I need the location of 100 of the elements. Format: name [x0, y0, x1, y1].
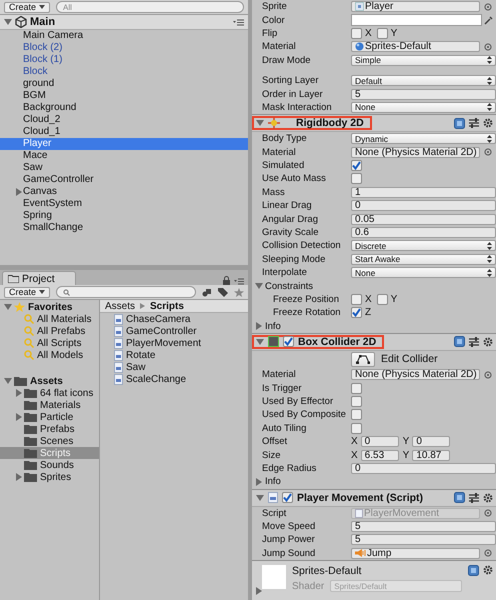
hierarchy-item[interactable]: Spring [0, 210, 248, 222]
sliders-icon[interactable] [469, 336, 479, 347]
hierarchy-item[interactable]: GameController [0, 174, 248, 186]
color-field[interactable] [351, 14, 482, 26]
sliders-icon[interactable] [469, 118, 479, 128]
number-field[interactable]: 0 [412, 436, 450, 448]
breadcrumb-item[interactable]: Assets [105, 300, 136, 312]
hierarchy-item[interactable]: SmallChange [0, 222, 248, 234]
dropdown[interactable]: Dynamic [351, 133, 496, 144]
project-tab[interactable]: Project [2, 271, 76, 285]
help-book-icon[interactable] [454, 492, 465, 503]
dropdown[interactable]: None [351, 267, 496, 278]
number-field[interactable]: 0 [360, 436, 399, 448]
foldout-arrow-icon[interactable] [4, 303, 12, 311]
tree-label[interactable]: All Materials [37, 314, 92, 324]
foldout-arrow-icon[interactable] [15, 413, 23, 421]
hierarchy-item[interactable]: Mace [0, 150, 248, 162]
checkbox[interactable] [351, 160, 362, 172]
help-book-icon[interactable] [454, 336, 465, 348]
file-name[interactable]: ScaleChange [126, 374, 186, 384]
search-field[interactable] [56, 286, 196, 298]
tree-label[interactable]: All Scripts [37, 338, 82, 348]
hierarchy-item[interactable]: Block (2) [0, 42, 248, 54]
number-field[interactable]: 5 [351, 88, 496, 100]
tag-icon[interactable] [218, 288, 228, 296]
hierarchy-item[interactable]: BGM [0, 90, 248, 102]
object-field[interactable]: None (Physics Material 2D) [351, 146, 480, 158]
foldout-arrow-icon[interactable] [256, 119, 264, 128]
number-field[interactable]: 0 [351, 200, 496, 212]
file-name[interactable]: GameController [126, 326, 197, 336]
object-field[interactable]: Jump [351, 548, 480, 559]
foldout-label[interactable]: Info [265, 476, 354, 488]
object-field[interactable]: None (Physics Material 2D) [351, 369, 480, 380]
number-field[interactable]: 6.53 [360, 450, 399, 461]
file-name[interactable]: PlayerMovement [126, 338, 202, 348]
number-field[interactable]: 5 [351, 521, 496, 532]
number-field[interactable]: 10.87 [412, 450, 450, 461]
checkbox[interactable] [351, 173, 362, 184]
checkbox[interactable] [351, 382, 362, 394]
hierarchy-item[interactable]: Background [0, 102, 248, 114]
hierarchy-item[interactable]: Block [0, 66, 248, 78]
foldout-arrow-icon[interactable] [256, 494, 264, 502]
foldout-arrow-icon[interactable] [256, 338, 264, 346]
checkbox[interactable] [351, 28, 362, 39]
file-name[interactable]: Rotate [126, 350, 156, 360]
foldout-arrow-icon[interactable] [4, 18, 12, 26]
menu-icon[interactable] [234, 278, 244, 285]
foldout-arrow-icon[interactable] [255, 322, 263, 330]
folder-item[interactable]: 64 flat icons [0, 387, 99, 399]
object-picker-icon[interactable] [484, 509, 492, 518]
create-button[interactable]: Create [4, 286, 50, 298]
foldout-arrow-icon[interactable] [15, 389, 23, 397]
number-field[interactable]: 0.05 [351, 214, 496, 225]
folder-item[interactable]: Scenes [0, 435, 99, 447]
foldout-arrow-icon[interactable] [255, 478, 263, 486]
star-icon[interactable] [234, 288, 244, 296]
object-picker-icon[interactable] [484, 370, 492, 379]
hierarchy-item[interactable]: Saw [0, 162, 248, 174]
folder-item[interactable]: Prefabs [0, 423, 99, 435]
settings-icon[interactable] [483, 118, 493, 128]
folder-item[interactable]: Sounds [0, 459, 99, 471]
foldout-arrow-icon[interactable] [255, 282, 263, 290]
foldout-arrow-icon[interactable] [15, 473, 23, 481]
dropdown[interactable]: Default [351, 75, 496, 86]
object-picker-icon[interactable] [484, 549, 492, 558]
checkbox[interactable] [351, 294, 362, 305]
object-picker-icon[interactable] [484, 42, 492, 51]
help-book-icon[interactable] [454, 118, 465, 129]
hierarchy-item[interactable]: Canvas [0, 186, 248, 198]
object-field[interactable]: Player [351, 1, 480, 12]
settings-icon[interactable] [483, 492, 493, 502]
breadcrumb-item[interactable]: Scripts [150, 300, 184, 312]
checkbox[interactable] [282, 492, 293, 503]
hierarchy-item[interactable]: Main Camera [0, 30, 248, 42]
dropdown[interactable]: Simple [351, 54, 496, 66]
number-field[interactable]: 1 [351, 186, 496, 198]
number-field[interactable]: 0.6 [351, 227, 496, 238]
shapes-icon[interactable] [202, 288, 212, 296]
foldout-label[interactable]: Constraints [265, 280, 354, 292]
tree-label[interactable]: All Models [37, 350, 84, 360]
dropdown[interactable]: Start Awake [351, 254, 496, 265]
folder-item[interactable]: Particle [0, 411, 99, 423]
number-field[interactable]: 5 [351, 534, 496, 546]
menu-icon[interactable] [233, 18, 244, 26]
tree-label[interactable]: All Prefabs [37, 326, 86, 336]
checkbox[interactable] [351, 396, 362, 407]
dropdown[interactable]: None [351, 102, 496, 113]
object-picker-icon[interactable] [484, 2, 492, 11]
settings-icon[interactable] [483, 336, 493, 347]
lock-icon[interactable] [223, 276, 230, 285]
file-name[interactable]: ChaseCamera [126, 314, 190, 324]
dropdown[interactable]: Discrete [351, 240, 496, 252]
hierarchy-item[interactable]: Block (1) [0, 54, 248, 66]
eyedropper-icon[interactable] [484, 16, 493, 25]
sliders-icon[interactable] [469, 492, 479, 502]
object-picker-icon[interactable] [484, 148, 492, 156]
object-field[interactable]: Sprites-Default [351, 41, 480, 52]
checkbox[interactable] [351, 409, 362, 420]
hierarchy-item[interactable]: Player [0, 138, 248, 150]
number-field[interactable]: 0 [351, 462, 496, 474]
